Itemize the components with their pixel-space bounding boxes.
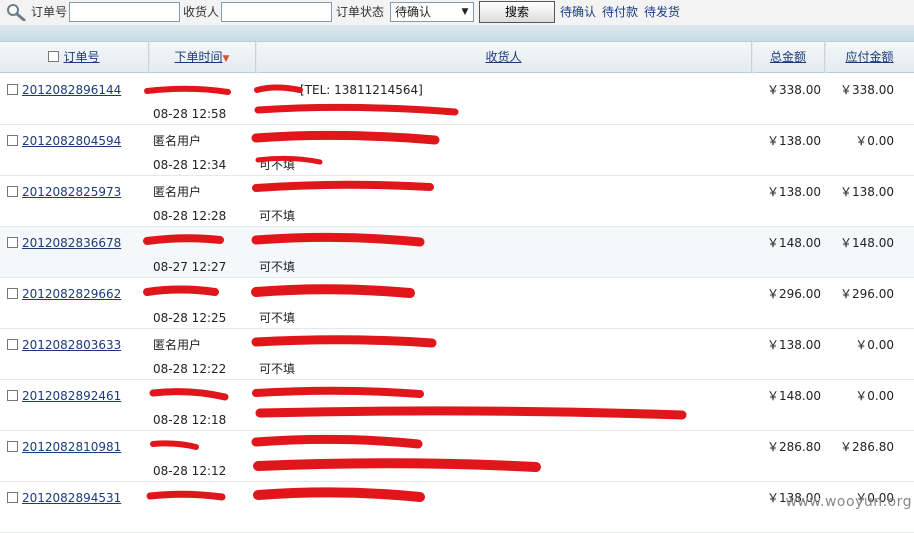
watermark-text: www.wooyun.org (785, 494, 912, 510)
order-no-link[interactable]: 2012082892461 (22, 388, 121, 404)
orders-table: 订单号 下单时间▼ 收货人 总金额 应付金额 (0, 41, 914, 73)
order-no-input[interactable] (69, 2, 180, 22)
row-checkbox[interactable] (7, 84, 18, 95)
payable-amount: ￥0.00 (855, 389, 894, 403)
receiver-address: 可不填 (259, 311, 296, 325)
select-all-checkbox[interactable] (48, 51, 60, 62)
payable-amount: ￥138.00 (840, 185, 894, 199)
row-checkbox[interactable] (7, 441, 18, 452)
receiver-address: 可不填 (259, 158, 296, 172)
order-time: 08-28 12:12 (153, 464, 227, 478)
row-checkbox[interactable] (7, 390, 18, 401)
table-row[interactable]: 2012082810981 08-28 12:12 ￥286.80 ￥286.8… (0, 431, 914, 482)
order-time: 08-28 12:28 (153, 209, 227, 223)
status-select[interactable]: 待确认 ▼ (390, 2, 474, 22)
table-row[interactable]: 2012082804594 匿名用户 08-28 12:34 可不填 ￥138.… (0, 125, 914, 176)
total-amount: ￥138.00 (767, 338, 821, 352)
payable-amount: ￥338.00 (840, 83, 894, 97)
column-header-total[interactable]: 总金额 (752, 42, 825, 73)
order-no-link[interactable]: 2012082829662 (22, 286, 121, 302)
table-row[interactable]: 2012082803633 匿名用户 08-28 12:22 可不填 ￥138.… (0, 329, 914, 380)
row-checkbox[interactable] (7, 186, 18, 197)
receiver-contact: [TEL: 13811214564] (300, 83, 423, 97)
row-checkbox[interactable] (7, 492, 18, 503)
order-no-link[interactable]: 2012082825973 (22, 184, 121, 200)
table-row[interactable]: 2012082894531 ￥138.00 ￥0.00 (0, 482, 914, 533)
order-no-link[interactable]: 2012082896144 (22, 82, 121, 98)
order-time: 08-28 12:25 (153, 311, 227, 325)
total-amount: ￥148.00 (767, 236, 821, 250)
payable-amount: ￥0.00 (855, 134, 894, 148)
buyer-name: 匿名用户 (153, 134, 202, 148)
row-checkbox[interactable] (7, 288, 18, 299)
column-header-receiver[interactable]: 收货人 (256, 42, 752, 73)
receiver-address: 可不填 (259, 209, 296, 223)
row-checkbox[interactable] (7, 135, 18, 146)
quick-link-pending-shipment[interactable]: 待发货 (644, 4, 680, 20)
search-button[interactable]: 搜索 (479, 1, 555, 23)
order-time: 08-27 12:27 (153, 260, 227, 274)
receiver-input[interactable] (221, 2, 332, 22)
total-amount: ￥286.80 (767, 440, 821, 454)
row-checkbox[interactable] (7, 339, 18, 350)
buyer-name: 匿名用户 (153, 338, 202, 352)
order-no-link[interactable]: 2012082804594 (22, 133, 121, 149)
quick-link-pending-payment[interactable]: 待付款 (602, 4, 638, 20)
column-header-order-time[interactable]: 下单时间▼ (149, 42, 256, 73)
header-band (0, 25, 914, 41)
table-row[interactable]: 2012082825973 匿名用户 08-28 12:28 可不填 ￥138.… (0, 176, 914, 227)
payable-amount: ￥296.00 (840, 287, 894, 301)
column-header-order-no[interactable]: 订单号 (0, 42, 149, 73)
order-no-link[interactable]: 2012082894531 (22, 490, 121, 506)
order-no-link[interactable]: 2012082836678 (22, 235, 121, 251)
magnifier-icon (7, 4, 26, 21)
payable-amount: ￥148.00 (840, 236, 894, 250)
total-amount: ￥138.00 (767, 134, 821, 148)
receiver-address: 可不填 (259, 362, 296, 376)
quick-link-pending-confirm[interactable]: 待确认 (560, 4, 596, 20)
table-header: 订单号 下单时间▼ 收货人 总金额 应付金额 (0, 41, 914, 73)
receiver-label: 收货人 (183, 5, 220, 19)
total-amount: ￥338.00 (767, 83, 821, 97)
order-no-link[interactable]: 2012082810981 (22, 439, 121, 455)
receiver-address: 可不填 (259, 260, 296, 274)
payable-amount: ￥0.00 (855, 338, 894, 352)
sort-desc-icon: ▼ (222, 54, 230, 64)
table-row[interactable]: 2012082892461 08-28 12:18 ￥148.00 ￥0.00 (0, 380, 914, 431)
buyer-name: 匿名用户 (153, 185, 202, 199)
order-time: 08-28 12:22 (153, 362, 227, 376)
search-toolbar: 订单号 收货人 订单状态 待确认 ▼ 搜索 待确认 待付款 待发货 (0, 0, 914, 25)
total-amount: ￥296.00 (767, 287, 821, 301)
status-label: 订单状态 (336, 5, 385, 19)
table-row[interactable]: 2012082896144 08-28 12:58 [TEL: 13811214… (0, 74, 914, 125)
order-no-label: 订单号 (31, 5, 68, 19)
status-selected-value: 待确认 (395, 5, 432, 19)
table-row[interactable]: 2012082836678 08-27 12:27 可不填 ￥148.00 ￥1… (0, 227, 914, 278)
table-row[interactable]: 2012082829662 08-28 12:25 可不填 ￥296.00 ￥2… (0, 278, 914, 329)
total-amount: ￥138.00 (767, 185, 821, 199)
row-checkbox[interactable] (7, 237, 18, 248)
column-header-payable[interactable]: 应付金额 (825, 42, 914, 73)
order-time: 08-28 12:34 (153, 158, 227, 172)
total-amount: ￥148.00 (767, 389, 821, 403)
chevron-down-icon: ▼ (461, 7, 469, 17)
order-no-link[interactable]: 2012082803633 (22, 337, 121, 353)
order-time: 08-28 12:58 (153, 107, 227, 121)
order-time: 08-28 12:18 (153, 413, 227, 427)
payable-amount: ￥286.80 (840, 440, 894, 454)
